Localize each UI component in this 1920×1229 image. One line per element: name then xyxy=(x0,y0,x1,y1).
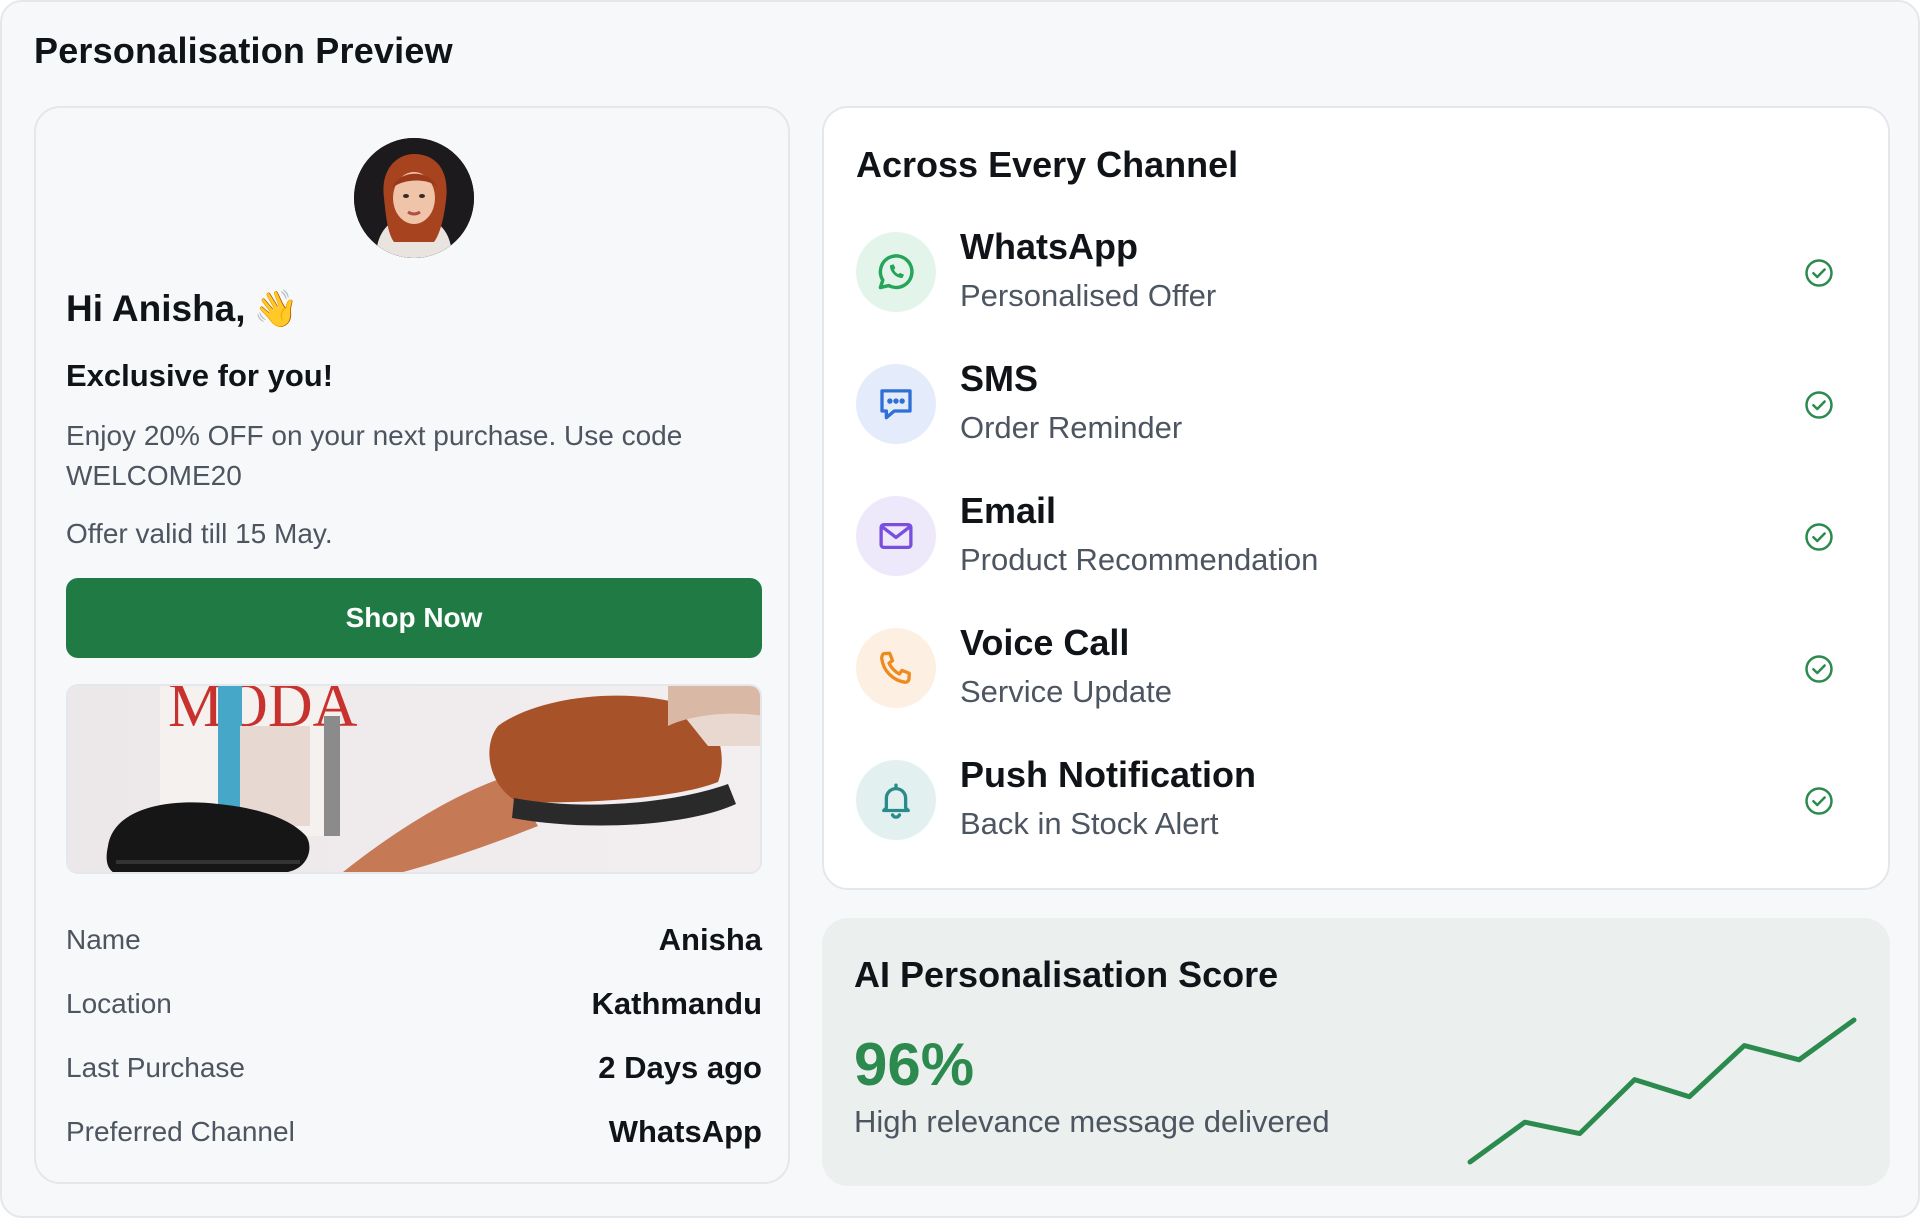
detail-value: Kathmandu xyxy=(591,986,763,1021)
channel-description: Product Recommendation xyxy=(960,542,1319,577)
detail-row-last-purchase: Last Purchase 2 Days ago xyxy=(66,1036,762,1100)
detail-row-location: Location Kathmandu xyxy=(66,972,762,1036)
detail-row-preferred-channel: Preferred Channel WhatsApp xyxy=(66,1100,762,1164)
message-preview-card: Hi Anisha, 👋 Exclusive for you! Enjoy 20%… xyxy=(34,106,790,1184)
channel-name: Email xyxy=(960,490,1057,531)
offer-body: Enjoy 20% OFF on your next purchase. Use… xyxy=(66,420,683,491)
detail-label: Preferred Channel xyxy=(66,1116,295,1147)
channel-item-push-notification[interactable]: Push Notification Back in Stock Alert xyxy=(856,754,1860,886)
channel-name: SMS xyxy=(960,358,1039,399)
detail-value: 2 Days ago xyxy=(598,1050,762,1085)
check-circle-icon xyxy=(1805,259,1833,287)
bell-icon xyxy=(856,760,936,840)
channel-description: Back in Stock Alert xyxy=(960,806,1219,841)
ai-score-card: AI Personalisation Score 96% High releva… xyxy=(822,918,1890,1186)
check-circle-icon xyxy=(1805,391,1833,419)
detail-value: Anisha xyxy=(658,922,762,957)
check-circle-icon xyxy=(1805,655,1833,683)
detail-row-name: Name Anisha xyxy=(66,908,762,972)
channel-item-email[interactable]: Email Product Recommendation xyxy=(856,490,1860,622)
channel-item-whatsapp[interactable]: WhatsApp Personalised Offer xyxy=(856,226,1860,358)
check-circle-icon xyxy=(1805,523,1833,551)
channel-name: Voice Call xyxy=(960,622,1130,663)
channel-name: WhatsApp xyxy=(960,226,1138,267)
channel-description: Personalised Offer xyxy=(960,278,1217,313)
avatar xyxy=(354,138,474,258)
channel-item-voice-call[interactable]: Voice Call Service Update xyxy=(856,622,1860,754)
product-banner-image: MODA xyxy=(66,684,762,874)
channel-list: WhatsApp Personalised Offer SMS Order Re xyxy=(856,226,1860,886)
trend-line xyxy=(1467,1017,1857,1165)
detail-value: WhatsApp xyxy=(608,1114,762,1149)
phone-icon xyxy=(856,628,936,708)
shop-now-button[interactable]: Shop Now xyxy=(66,578,762,658)
preview-frame: Personalisation Preview Hi Anisha, 👋 Excl… xyxy=(0,0,1920,1218)
greeting-heading: Hi Anisha, 👋 xyxy=(66,288,298,330)
mail-icon xyxy=(856,496,936,576)
detail-label: Name xyxy=(66,924,141,955)
check-circle-icon xyxy=(1805,787,1833,815)
wave-icon: 👋 xyxy=(253,288,299,329)
chat-bubble-icon xyxy=(856,364,936,444)
page-title: Personalisation Preview xyxy=(34,30,453,71)
score-description: High relevance message delivered xyxy=(854,1104,1330,1139)
channel-item-sms[interactable]: SMS Order Reminder xyxy=(856,358,1860,490)
greeting-text: Hi Anisha, xyxy=(66,288,246,329)
score-title: AI Personalisation Score xyxy=(854,954,1279,995)
detail-label: Last Purchase xyxy=(66,1052,245,1083)
detail-label: Location xyxy=(66,988,172,1019)
score-trend-sparkline xyxy=(1467,1017,1857,1165)
channels-title: Across Every Channel xyxy=(856,144,1239,185)
channel-name: Push Notification xyxy=(960,754,1256,795)
offer-validity: Offer valid till 15 May. xyxy=(66,518,333,549)
channels-card: Across Every Channel WhatsApp Personalis… xyxy=(822,106,1890,890)
channel-description: Order Reminder xyxy=(960,410,1183,445)
score-value: 96% xyxy=(854,1031,975,1098)
channel-description: Service Update xyxy=(960,674,1172,709)
whatsapp-icon xyxy=(856,232,936,312)
customer-details: Name Anisha Location Kathmandu Last Purc… xyxy=(66,908,762,1164)
offer-subtitle: Exclusive for you! xyxy=(66,358,334,393)
